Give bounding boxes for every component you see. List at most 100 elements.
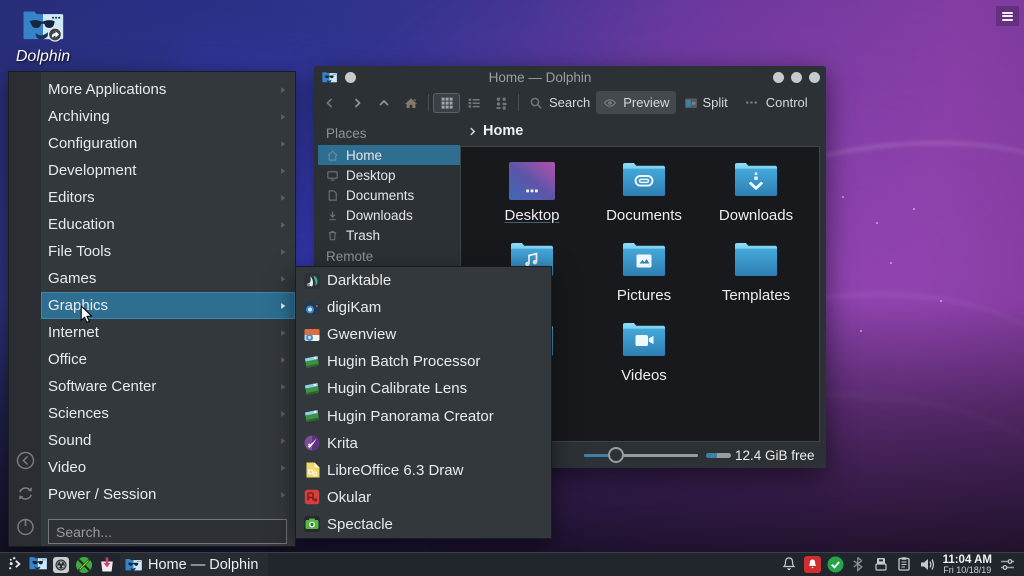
status-sliders-icon[interactable] <box>999 556 1016 573</box>
hugin-icon <box>304 381 320 397</box>
menu-side-strip <box>9 72 41 546</box>
places-item-home[interactable]: Home <box>318 145 460 165</box>
places-header: Places <box>314 122 460 145</box>
vault-ok-icon[interactable] <box>827 556 844 573</box>
submenu-item-krita[interactable]: Krita <box>296 430 551 457</box>
submenu-item-label: Okular <box>327 489 371 506</box>
dolphin-launcher-icon[interactable] <box>29 556 47 574</box>
split-button[interactable]: Split <box>678 92 733 113</box>
details-view-button[interactable] <box>460 93 487 113</box>
menu-item-games[interactable]: Games <box>41 265 295 292</box>
folder-item-downloads[interactable]: Downloads <box>700 155 812 235</box>
places-item-desktop[interactable]: Desktop <box>318 165 460 185</box>
submenu-item-hugin-panorama-creator[interactable]: Hugin Panorama Creator <box>296 402 551 429</box>
menu-item-office[interactable]: Office <box>41 346 295 373</box>
submenu-arrow-icon <box>279 302 287 310</box>
device-icon[interactable] <box>873 556 890 573</box>
zoom-slider[interactable] <box>584 446 698 464</box>
folder-icon <box>621 242 667 280</box>
folder-item-documents[interactable]: Documents <box>588 155 700 235</box>
menu-item-video[interactable]: Video <box>41 454 295 481</box>
home-button[interactable] <box>397 93 424 113</box>
up-button[interactable] <box>370 93 397 113</box>
menu-shutdown-icon[interactable] <box>16 517 35 536</box>
clock[interactable]: 11:04 AM Fri 10/18/19 <box>943 554 992 576</box>
zoom-slider-knob[interactable] <box>608 447 624 463</box>
clipboard-icon[interactable] <box>896 556 913 573</box>
submenu-item-hugin-batch-processor[interactable]: Hugin Batch Processor <box>296 348 551 375</box>
menu-item-archiving[interactable]: Archiving <box>41 103 295 130</box>
folder-item-videos[interactable]: Videos <box>588 315 700 395</box>
menu-item-file-tools[interactable]: File Tools <box>41 238 295 265</box>
menu-content: More Applications Archiving Configuratio… <box>41 72 295 546</box>
green-ball-app-icon[interactable] <box>75 556 93 574</box>
dolphin-window-icon <box>322 71 337 84</box>
folder-item-templates[interactable]: Templates <box>700 235 812 315</box>
menu-item-editors[interactable]: Editors <box>41 184 295 211</box>
menu-item-more-applications[interactable]: More Applications <box>41 76 295 103</box>
menu-restart-icon[interactable] <box>16 484 35 503</box>
breadcrumb: Home <box>460 116 820 146</box>
titlebar-left-group <box>322 71 356 84</box>
preview-button[interactable]: Preview <box>596 91 676 114</box>
clock-date: Fri 10/18/19 <box>943 566 992 575</box>
back-button[interactable] <box>316 93 343 113</box>
menu-item-sound[interactable]: Sound <box>41 427 295 454</box>
submenu-item-digikam[interactable]: digiKam <box>296 294 551 321</box>
menu-item-development[interactable]: Development <box>41 157 295 184</box>
folder-item-pictures[interactable]: Pictures <box>588 235 700 315</box>
window-close-button[interactable] <box>809 72 820 83</box>
forward-button[interactable] <box>343 93 370 113</box>
menu-search-input[interactable]: Search... <box>48 519 287 544</box>
desktop-icon-dolphin[interactable]: Dolphin <box>0 9 86 66</box>
folder-label: Videos <box>621 367 667 384</box>
submenu-arrow-icon <box>279 383 287 391</box>
package-app-icon[interactable] <box>98 556 116 574</box>
submenu-item-okular[interactable]: Okular <box>296 484 551 511</box>
folder-icon <box>621 162 667 200</box>
search-button[interactable]: Search <box>523 92 596 113</box>
compact-view-button[interactable] <box>487 93 514 113</box>
submenu-item-spectacle[interactable]: Spectacle <box>296 511 551 538</box>
menu-item-internet[interactable]: Internet <box>41 319 295 346</box>
menu-item-software-center[interactable]: Software Center <box>41 373 295 400</box>
submenu-item-darktable[interactable]: Darktable <box>296 267 551 294</box>
menu-item-configuration[interactable]: Configuration <box>41 130 295 157</box>
desktop-toolbox-button[interactable] <box>996 6 1019 26</box>
places-item-trash[interactable]: Trash <box>318 225 460 245</box>
menu-item-power-session[interactable]: Power / Session <box>41 481 295 508</box>
window-pin-button[interactable] <box>345 72 356 83</box>
window-titlebar[interactable]: Home — Dolphin <box>314 66 826 89</box>
window-minimize-button[interactable] <box>773 72 784 83</box>
places-item-documents[interactable]: Documents <box>318 185 460 205</box>
submenu-item-label: Spectacle <box>327 516 393 533</box>
menu-item-label: Configuration <box>48 135 279 152</box>
digikam-icon <box>304 300 320 316</box>
hugin-icon <box>304 354 320 370</box>
submenu-item-hugin-calibrate-lens[interactable]: Hugin Calibrate Lens <box>296 375 551 402</box>
taskbar: Home — Dolphin 11:04 AM Fri 10/18/19 <box>0 552 1024 576</box>
menu-back-icon[interactable] <box>16 451 35 470</box>
menu-item-graphics[interactable]: Graphics <box>41 292 295 319</box>
control-button[interactable]: Control <box>739 92 814 113</box>
bluetooth-icon[interactable] <box>850 556 867 573</box>
app-launcher-button[interactable] <box>8 556 24 574</box>
submenu-arrow-icon <box>279 356 287 364</box>
icons-view-button[interactable] <box>433 93 460 113</box>
lens-app-icon[interactable] <box>52 556 70 574</box>
folder-item-desktop[interactable]: Desktop <box>476 155 588 235</box>
places-item-downloads[interactable]: Downloads <box>318 205 460 225</box>
volume-icon[interactable] <box>919 556 936 573</box>
submenu-arrow-icon <box>279 275 287 283</box>
submenu-item-label: Hugin Calibrate Lens <box>327 380 467 397</box>
notifications-bell-icon[interactable] <box>781 556 798 573</box>
updates-alert-icon[interactable] <box>804 556 821 573</box>
submenu-item-gwenview[interactable]: Gwenview <box>296 321 551 348</box>
menu-item-sciences[interactable]: Sciences <box>41 400 295 427</box>
submenu-item-libreoffice-6-3-draw[interactable]: LibreOffice 6.3 Draw <box>296 457 551 484</box>
krita-icon <box>304 435 320 451</box>
taskbar-task-dolphin[interactable]: Home — Dolphin <box>120 553 268 576</box>
breadcrumb-home[interactable]: Home <box>483 123 523 139</box>
menu-item-education[interactable]: Education <box>41 211 295 238</box>
window-maximize-button[interactable] <box>791 72 802 83</box>
